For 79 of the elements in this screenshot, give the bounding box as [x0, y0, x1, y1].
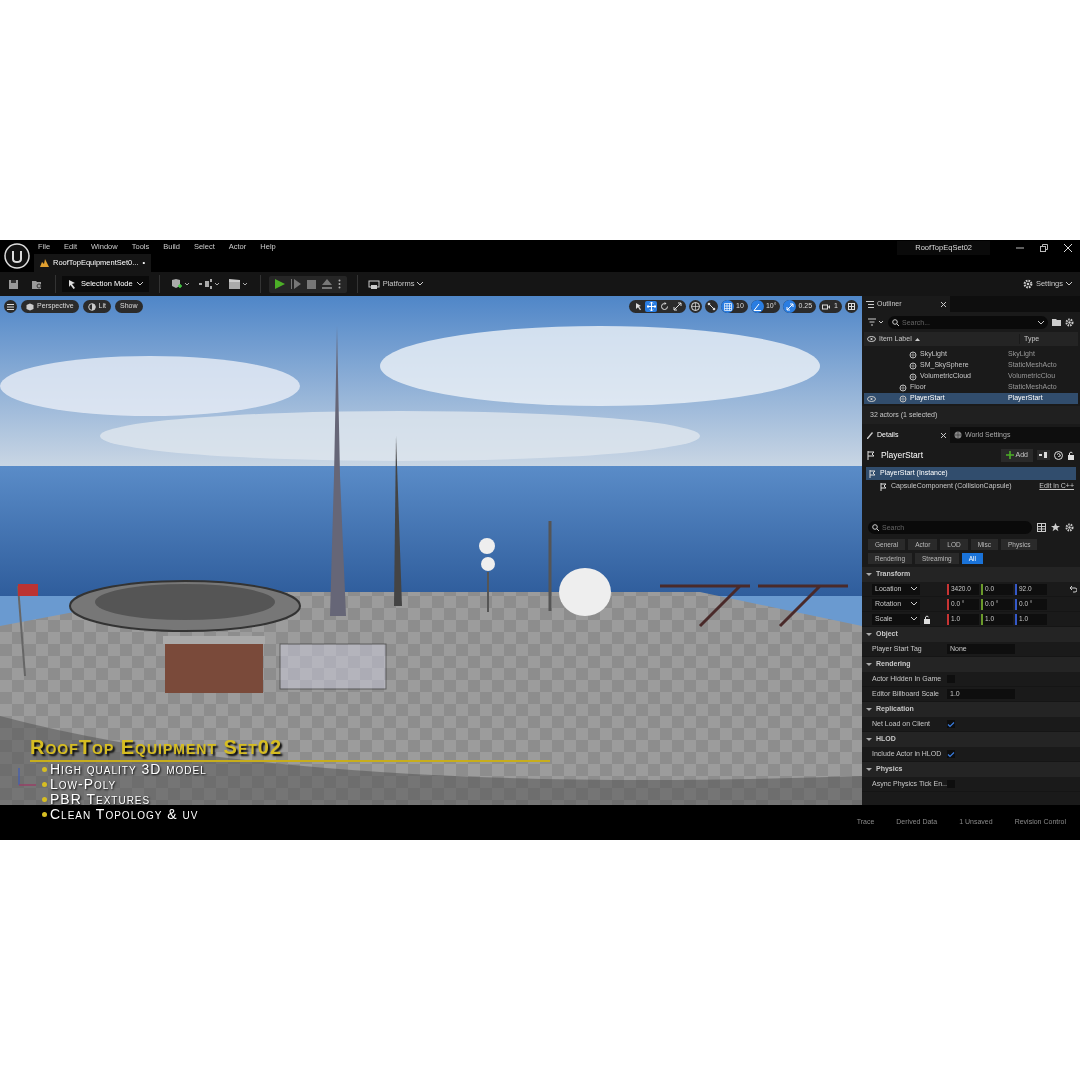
checkbox[interactable]: [947, 750, 955, 758]
reset-icon[interactable]: [1069, 585, 1077, 593]
more-icon[interactable]: [337, 279, 341, 289]
satellite-dish: [559, 568, 611, 616]
surface-snap-icon[interactable]: [705, 300, 719, 313]
browse-icon[interactable]: [31, 278, 43, 290]
chevron-down-icon: [911, 587, 917, 591]
close-icon[interactable]: [941, 432, 946, 438]
save-icon[interactable]: [8, 278, 19, 290]
player-start-icon: [867, 450, 877, 460]
search-icon: [872, 523, 879, 531]
cursor-icon: [68, 279, 77, 289]
settings-icon[interactable]: [1065, 317, 1074, 327]
expand-arrow-icon: [866, 708, 872, 711]
star-icon[interactable]: [1051, 522, 1060, 532]
globe-icon[interactable]: [689, 300, 703, 313]
chevron-down-icon: [136, 282, 143, 286]
close-icon[interactable]: [1064, 244, 1072, 252]
minimize-icon[interactable]: [1016, 244, 1024, 252]
menu-icon: [7, 303, 14, 310]
lock-icon[interactable]: [923, 614, 931, 624]
actor-name: PlayerStart: [881, 448, 925, 462]
settings-icon: [1022, 279, 1033, 289]
actor-icon: [909, 372, 917, 381]
sort-arrow-icon: [914, 336, 920, 342]
eye-icon[interactable]: [867, 395, 876, 402]
expand-arrow-icon: [866, 768, 872, 771]
chevron-down-icon: [911, 602, 917, 606]
chevron-down-icon: [1038, 320, 1044, 325]
feature-text: PBR Textures: [50, 792, 151, 807]
add-actor-icon[interactable]: [169, 278, 192, 290]
player-start-icon: [869, 469, 877, 478]
restore-icon[interactable]: [1040, 244, 1048, 252]
eye-icon[interactable]: [867, 336, 876, 342]
cube-icon: [26, 302, 34, 311]
layout-icon[interactable]: [845, 300, 858, 313]
overlay-title: RoofTop Equipment Set02: [30, 736, 284, 758]
angle-icon: [753, 302, 762, 311]
chevron-down-icon: [1066, 282, 1072, 286]
feature-text: High quality 3D model: [50, 762, 207, 777]
chevron-down-icon: [417, 282, 424, 286]
stop-icon[interactable]: [306, 279, 316, 289]
actor-icon: [899, 383, 907, 392]
filter-icon[interactable]: [868, 318, 884, 326]
play-icon[interactable]: [274, 279, 285, 289]
plus-icon: [1005, 451, 1014, 459]
engine-logo-icon: [4, 243, 30, 269]
grid-icon: [723, 302, 732, 311]
folder-icon[interactable]: [1052, 318, 1061, 326]
expand-arrow-icon: [866, 663, 872, 666]
scale-tool-icon[interactable]: [671, 301, 684, 312]
level-icon: [40, 259, 49, 267]
checkbox[interactable]: [947, 720, 955, 728]
step-icon[interactable]: [290, 279, 301, 289]
globe-icon: [954, 431, 962, 439]
move-tool-icon[interactable]: [645, 301, 658, 312]
eject-icon[interactable]: [321, 279, 332, 289]
search-icon: [892, 318, 899, 326]
expand-arrow-icon: [866, 738, 872, 741]
lock-icon[interactable]: [1067, 450, 1075, 460]
actor-icon: [909, 361, 917, 370]
scale-icon: [785, 302, 794, 311]
actor-icon: [899, 394, 907, 403]
axis-gizmo-icon: [16, 766, 38, 788]
light-icon: [87, 302, 96, 311]
expand-arrow-icon: [866, 573, 872, 576]
pencil-icon: [866, 431, 874, 439]
settings-icon[interactable]: [1065, 522, 1074, 532]
feature-text: Clean Topology & uv: [50, 807, 199, 822]
grid-view-icon[interactable]: [1037, 522, 1046, 532]
expand-arrow-icon: [866, 633, 872, 636]
actor-icon: [909, 350, 917, 359]
camera-icon: [821, 302, 830, 311]
feature-text: Low-Poly: [50, 777, 117, 792]
chevron-down-icon: [911, 617, 917, 621]
rotate-tool-icon[interactable]: [658, 301, 671, 312]
list-icon: [866, 300, 874, 308]
help-icon[interactable]: [1054, 450, 1063, 460]
close-icon[interactable]: [941, 301, 946, 307]
